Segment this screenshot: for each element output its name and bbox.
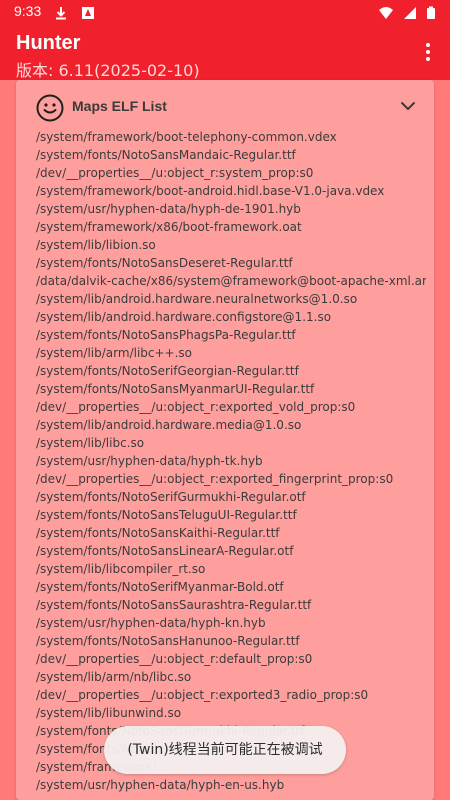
list-item: /system/fonts/NotoSansKaithi-Regular.ttf [36, 526, 280, 540]
list-item: /system/fonts/NotoSansMyanmarUI-Regular.… [36, 382, 315, 396]
status-left-icons [54, 5, 95, 24]
list-item: /system/lib/libion.so [36, 238, 156, 252]
list-item: /system/lib/libunwind.so [36, 706, 182, 720]
list-item: /system/lib/android.hardware.neuralnetwo… [36, 292, 358, 306]
status-right-icons [378, 5, 436, 24]
debug-toast: (Twin)线程当前可能正在被调试 [104, 726, 346, 774]
card-title: Maps ELF List [72, 98, 167, 114]
list-item: /data/dalvik-cache/x86/system@framework@… [36, 274, 426, 288]
list-item: /dev/__properties__/u:object_r:exported3… [36, 688, 369, 702]
app-title: Hunter [16, 32, 81, 54]
list-item: /system/fonts/NotoSansMandaic-Regular.tt… [36, 148, 296, 162]
list-item: /system/lib/android.hardware.configstore… [36, 310, 332, 324]
list-item: /system/lib/arm/libc++.so [36, 346, 193, 360]
list-item: /system/fonts/NotoSansPhagsPa-Regular.tt… [36, 328, 296, 342]
list-item: /system/lib/libc.so [36, 436, 145, 450]
maps-elf-card: Maps ELF List /system/framework/boot-tel… [16, 80, 434, 800]
list-item: /system/framework/boot-android.hidl.base… [36, 184, 385, 198]
list-item: /system/fonts/NotoSansLinearA-Regular.ot… [36, 544, 294, 558]
list-item: /system/usr/hyphen-data/hyph-de-1901.hyb [36, 202, 301, 216]
list-item: /system/fonts/NotoSerifMyanmar-Bold.otf [36, 580, 284, 594]
overflow-menu-icon [426, 43, 430, 61]
list-item: /system/lib/arm/nb/libc.so [36, 670, 192, 684]
list-item: /system/fonts/NotoSansDeseret-Regular.tt… [36, 256, 293, 270]
card-header[interactable]: Maps ELF List [16, 80, 434, 134]
status-time: 9:33 [14, 3, 42, 19]
battery-icon [427, 6, 435, 19]
list-item: /system/fonts/NotoSansHanunoo-Regular.tt… [36, 634, 300, 648]
download-icon [56, 7, 66, 20]
wifi-icon [378, 7, 393, 19]
app-notification-icon [82, 7, 95, 19]
chevron-down-icon[interactable] [400, 98, 416, 114]
status-bar: 9:33 [0, 0, 450, 24]
list-item: /dev/__properties__/u:object_r:system_pr… [36, 166, 314, 180]
list-item: /dev/__properties__/u:object_r:exported_… [36, 472, 394, 486]
overflow-menu-button[interactable] [416, 40, 440, 64]
elf-list: /system/framework/boot-telephony-common.… [36, 128, 426, 794]
list-item: /system/usr/hyphen-data/hyph-kn.hyb [36, 616, 266, 630]
signal-icon [403, 7, 416, 19]
app-version: 版本: 6.11(2025-02-10) [16, 61, 200, 80]
list-item: /dev/__properties__/u:object_r:exported_… [36, 400, 356, 414]
smiley-icon [36, 94, 64, 122]
list-item: /system/fonts/NotoSerifGurmukhi-Regular.… [36, 490, 306, 504]
list-item: /system/lib/libcompiler_rt.so [36, 562, 206, 576]
app-bar: Hunter 版本: 6.11(2025-02-10) [0, 24, 450, 80]
list-item: /system/fonts/NotoSansSaurashtra-Regular… [36, 598, 312, 612]
list-item: /system/usr/hyphen-data/hyph-tk.hyb [36, 454, 263, 468]
list-item: /system/usr/hyphen-data/hyph-en-us.hyb [36, 778, 285, 792]
list-item: /system/fonts/NotoSansTeluguUI-Regular.t… [36, 508, 297, 522]
list-item: /system/framework/boot-telephony-common.… [36, 130, 337, 144]
list-item: /system/fonts/NotoSerifGeorgian-Regular.… [36, 364, 299, 378]
list-item: /dev/__properties__/u:object_r:default_p… [36, 652, 313, 666]
list-item: /system/framework/x86/boot-framework.oat [36, 220, 302, 234]
list-item: /system/lib/android.hardware.media@1.0.s… [36, 418, 302, 432]
